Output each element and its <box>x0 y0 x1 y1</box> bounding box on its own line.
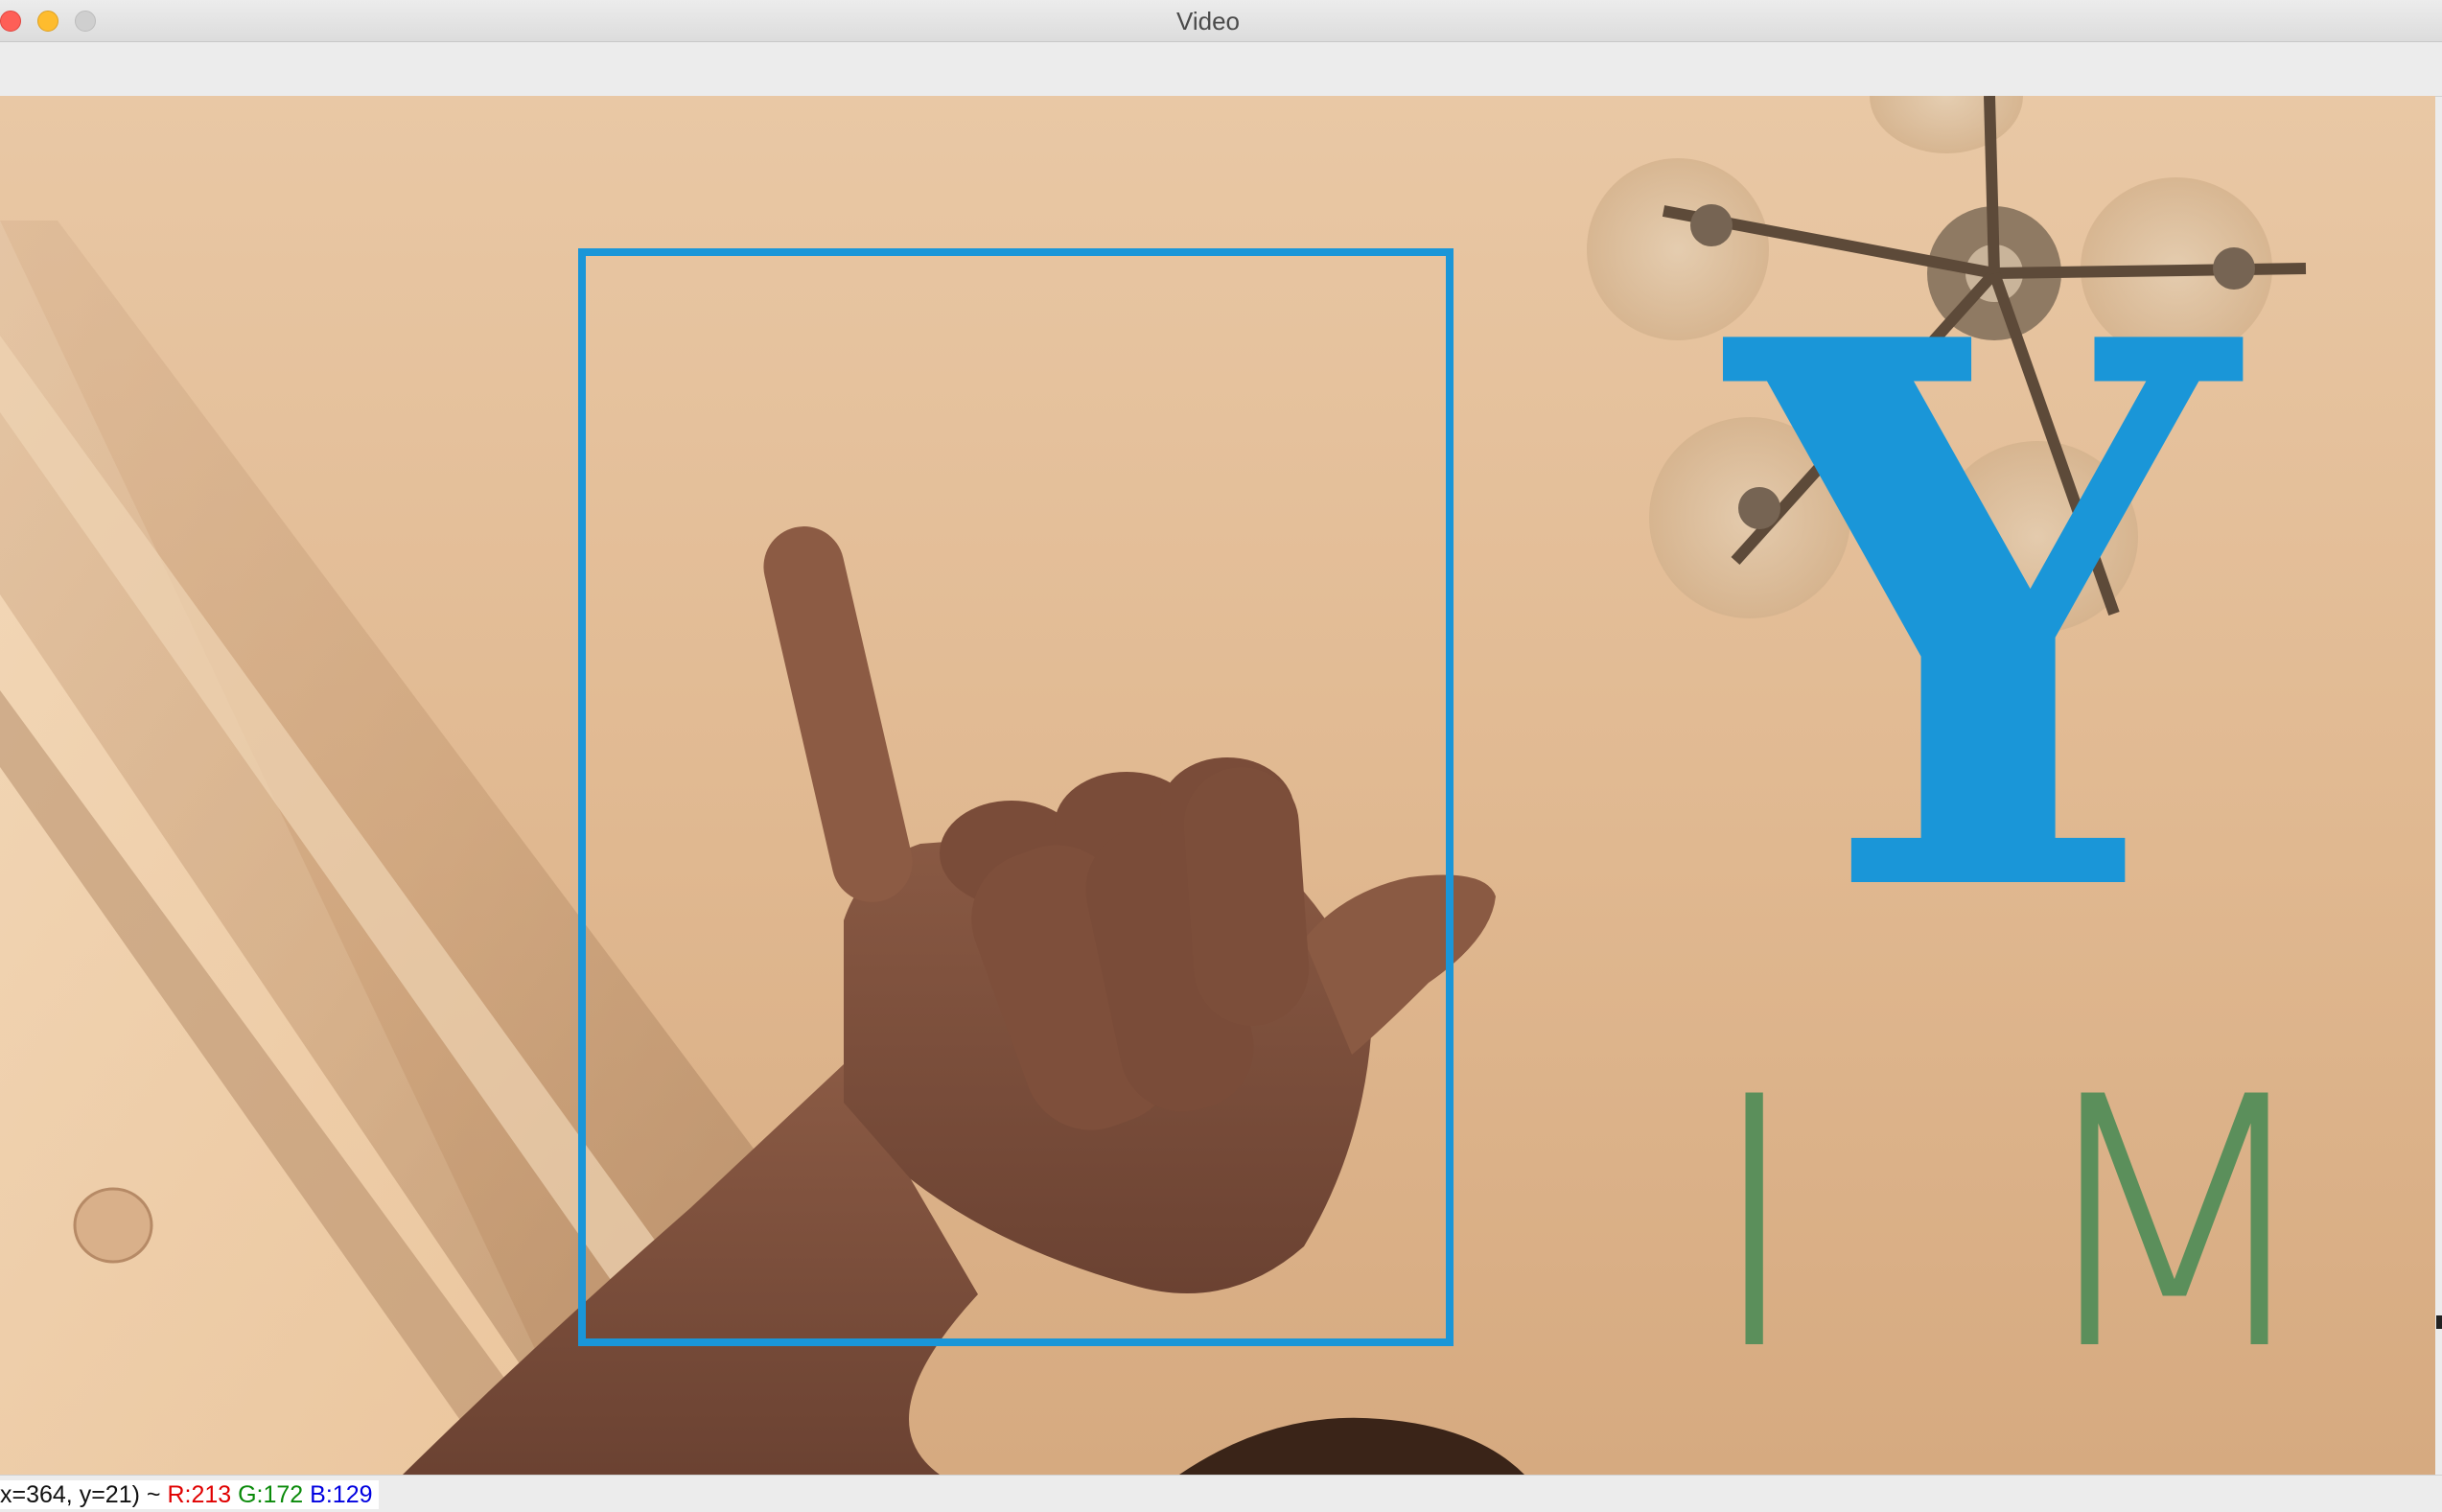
history-letter: I <box>1704 1024 1805 1426</box>
green-value: G:172 <box>238 1481 304 1508</box>
blue-value: B:129 <box>310 1481 373 1508</box>
history-letter: M <box>2026 1024 2324 1426</box>
window-title: Video <box>1175 7 1241 35</box>
toolbar <box>0 42 2442 97</box>
title-bar[interactable]: Video <box>0 0 2442 42</box>
video-window: Video Y I M x=364, y=21) ~ R:213 G:172 B… <box>0 0 2442 1512</box>
cursor-coordinates: x=364, y=21) ~ <box>0 1481 161 1508</box>
red-value: R:213 <box>167 1481 232 1508</box>
head-silhouette <box>1179 1417 1524 1475</box>
status-bar: x=364, y=21) ~ R:213 G:172 B:129 <box>0 1475 2442 1512</box>
video-frame[interactable]: Y I M <box>0 96 2435 1475</box>
video-canvas: Y I M <box>0 96 2324 1475</box>
pixel-readout: x=364, y=21) ~ R:213 G:172 B:129 <box>0 1480 379 1509</box>
window-resize-handle[interactable] <box>2436 1315 2442 1329</box>
predicted-letter: Y <box>1718 181 2251 1059</box>
